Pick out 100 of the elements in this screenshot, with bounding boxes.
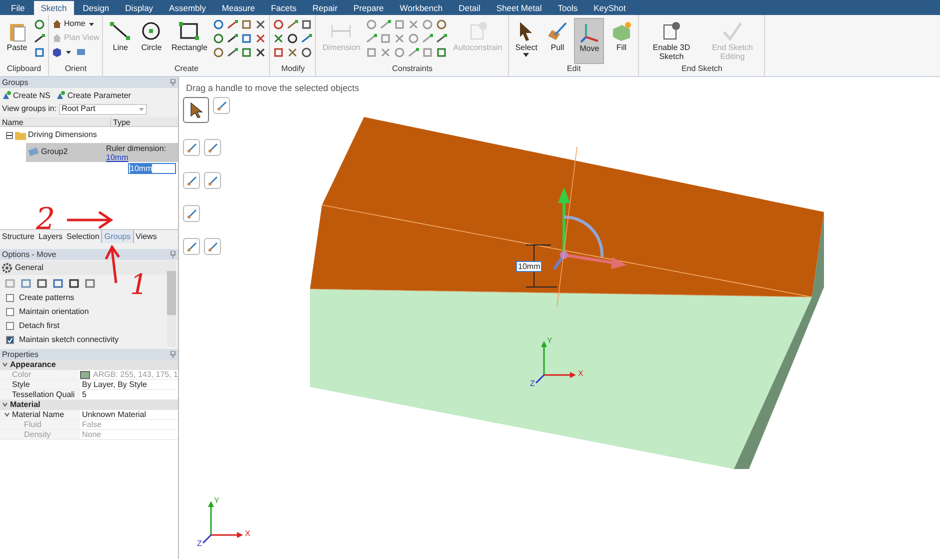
move-option-icon xyxy=(186,240,198,252)
ribbon-group-label: Create xyxy=(173,64,200,74)
sketch-tool-button[interactable] xyxy=(227,19,238,30)
checkbox-label: Detach first xyxy=(19,320,60,332)
checkbox[interactable] xyxy=(6,308,14,316)
expander-toggle[interactable] xyxy=(6,132,13,138)
ribbon-button[interactable]: Move xyxy=(574,18,604,64)
panel-tab[interactable]: Structure xyxy=(0,230,36,243)
cube-icon xyxy=(52,47,62,57)
property-name: Material Name xyxy=(12,410,64,419)
property-name: Tessellation Quali xyxy=(12,390,75,399)
move-tool-button[interactable] xyxy=(204,172,221,189)
ruler-icon xyxy=(28,147,39,157)
move-tool-button[interactable] xyxy=(183,205,200,222)
tool-icon xyxy=(109,20,132,42)
property-value: 5 xyxy=(82,389,86,400)
property-value: By Layer, By Style xyxy=(82,378,147,390)
menu-tab[interactable]: Design xyxy=(76,1,116,15)
ribbon-button[interactable]: Circle xyxy=(137,18,166,64)
section-title: Material xyxy=(10,399,40,411)
menu-tab[interactable]: Repair xyxy=(305,1,345,15)
group-icon xyxy=(56,91,66,100)
checkbox-label: Create patterns xyxy=(19,292,74,304)
dimension-input[interactable]: 10mm xyxy=(128,163,176,174)
ribbon-button[interactable]: Enable 3D Sketch xyxy=(642,18,700,64)
toolbar-button[interactable]: Create Parameter xyxy=(56,90,131,102)
move-tool-button[interactable] xyxy=(183,238,200,255)
checkbox[interactable] xyxy=(6,294,14,302)
menu-tab[interactable]: Detail xyxy=(452,1,488,15)
move-tool-button[interactable] xyxy=(183,97,209,123)
view-groups-dropdown[interactable]: Root Part xyxy=(58,104,147,114)
sketch-tool-button[interactable] xyxy=(255,19,266,30)
axis-label: X xyxy=(245,530,250,538)
move-tool-button[interactable] xyxy=(213,97,230,114)
menu-tab[interactable]: Assembly xyxy=(162,1,213,15)
toolbar-button[interactable]: Create NS xyxy=(2,90,50,102)
menu-tab[interactable]: Workbench xyxy=(392,1,450,15)
type-text: Ruler dimension: xyxy=(106,144,166,153)
sketch-tool-button[interactable] xyxy=(301,47,312,58)
field-label: View groups in: xyxy=(2,103,57,115)
pointer-icon xyxy=(188,102,204,118)
checkbox[interactable] xyxy=(6,322,14,330)
panel-tab[interactable]: Views xyxy=(134,230,159,243)
panel-title: Groups xyxy=(2,76,28,88)
ribbon-button[interactable]: Line xyxy=(106,18,134,64)
sketch-tool-button[interactable] xyxy=(301,19,312,30)
handwritten-number: 1 xyxy=(130,271,148,299)
sketch-tool-button[interactable] xyxy=(273,47,284,58)
menu-tab[interactable]: Measure xyxy=(214,1,262,15)
dimension-label: 10mm xyxy=(516,261,542,272)
sketch-tool-button[interactable] xyxy=(227,33,238,44)
sketch-tool-button[interactable] xyxy=(287,33,298,44)
ribbon-button[interactable]: Fill xyxy=(607,18,636,64)
sketch-tool-button[interactable] xyxy=(255,33,266,44)
panel-tab[interactable]: Selection xyxy=(64,230,102,243)
axis-label: Y xyxy=(547,337,552,345)
menu-tab[interactable]: Sheet Metal xyxy=(489,1,549,15)
sketch-tool-button[interactable] xyxy=(436,33,448,44)
tree-row[interactable]: Group2 Ruler dimension: 10mm xyxy=(26,143,178,162)
scrollbar[interactable] xyxy=(167,261,176,347)
sketch-tool-button[interactable] xyxy=(273,19,284,30)
move-tool-button[interactable] xyxy=(204,238,221,255)
tree-item[interactable]: Driving Dimensions xyxy=(28,129,97,141)
property-value: Unknown Material xyxy=(82,408,146,420)
panel-title: Properties xyxy=(2,348,38,360)
hint-text: Drag a handle to move the selected objects xyxy=(186,82,360,95)
menu-tab[interactable]: Tools xyxy=(550,1,585,15)
menu-tab[interactable]: Display xyxy=(118,1,160,15)
menu-tab[interactable]: File xyxy=(4,1,32,15)
move-tool-button[interactable] xyxy=(183,139,200,156)
chevron-icon xyxy=(0,362,10,368)
move-option-icon xyxy=(186,208,198,220)
checkbox-label: Maintain orientation xyxy=(19,306,89,318)
ribbon-button[interactable]: Pull xyxy=(543,18,572,64)
sketch-tool-button[interactable] xyxy=(255,47,266,58)
ribbon-button[interactable]: Rectangle xyxy=(168,18,210,64)
ribbon-button[interactable]: Paste xyxy=(3,18,31,64)
sketch-tool-button[interactable] xyxy=(34,33,45,44)
property-name: Fluid xyxy=(24,420,42,429)
move-option-icon xyxy=(206,174,218,186)
menu-tab[interactable]: Prepare xyxy=(346,1,391,15)
checkbox[interactable] xyxy=(6,336,14,344)
ribbon-group-label: Constraints xyxy=(391,64,434,74)
ribbon-group-label: Modify xyxy=(280,64,306,74)
pin-icon xyxy=(170,351,176,358)
pin-icon xyxy=(170,79,176,86)
move-option-icon xyxy=(206,240,218,252)
ribbon-button[interactable]: Select xyxy=(512,18,540,64)
menu-tab[interactable]: KeyShot xyxy=(586,1,633,15)
move-tool-button[interactable] xyxy=(183,172,200,189)
move-tool-button[interactable] xyxy=(204,139,221,156)
ribbon-group-label: Clipboard xyxy=(6,64,42,74)
section-title: General xyxy=(15,262,44,274)
dimension-link[interactable]: 10mm xyxy=(106,153,166,162)
orient-button[interactable]: Home xyxy=(52,18,100,30)
menu-tab[interactable]: Sketch xyxy=(34,1,74,15)
sketch-tool-button[interactable] xyxy=(227,47,238,58)
group-name: Group2 xyxy=(41,146,68,158)
column-header: Type xyxy=(110,117,178,126)
menu-tab[interactable]: Facets xyxy=(264,1,304,15)
